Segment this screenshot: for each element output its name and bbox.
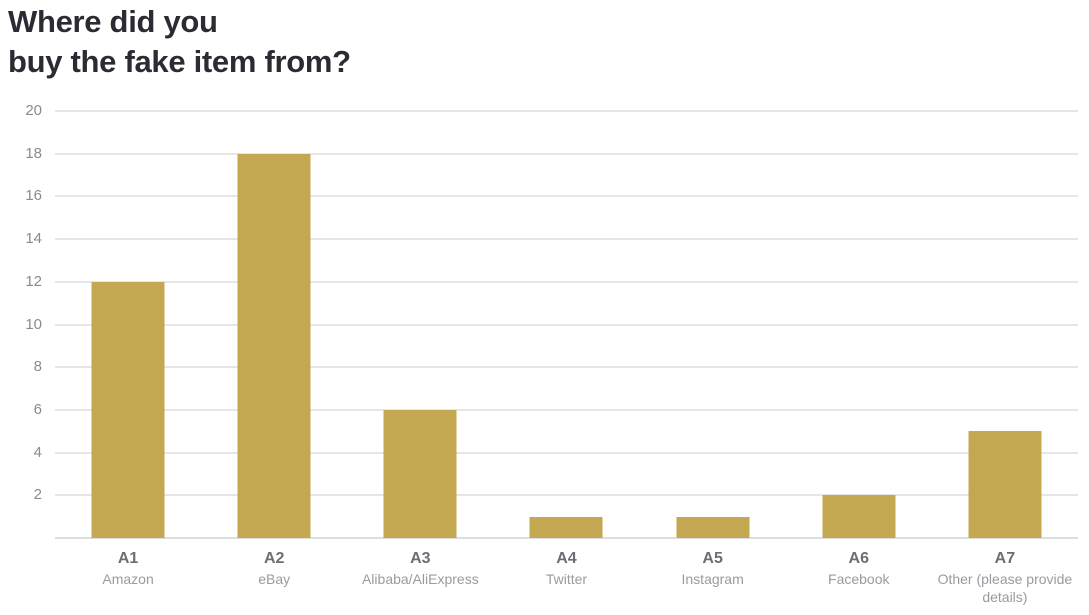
chart-page: Where did you buy the fake item from? 20… (0, 0, 1089, 615)
bar-group: A7 Other (please provide details) (932, 0, 1078, 615)
bar[interactable] (237, 153, 311, 538)
bar[interactable] (529, 516, 603, 538)
bar-group: A6 Facebook (786, 0, 932, 615)
category-code: A1 (117, 550, 139, 567)
bar-group: A4 Twitter (493, 0, 639, 615)
x-axis-category-label: A4 Twitter (491, 549, 641, 589)
y-axis-tick-label: 12 (25, 272, 42, 290)
category-name: Alibaba/AliExpress (361, 571, 479, 587)
bar[interactable] (822, 495, 896, 538)
x-axis-category-label: A6 Facebook (784, 549, 934, 589)
bar[interactable] (383, 409, 457, 538)
category-code: A4 (556, 550, 577, 567)
y-axis-tick-label: 20 (25, 102, 42, 119)
y-axis-tick-label: 16 (25, 187, 42, 205)
category-code: A7 (994, 550, 1016, 567)
category-code: A2 (263, 550, 285, 567)
category-name: Twitter (545, 571, 588, 587)
x-axis-category-label: A5 Instagram (638, 549, 788, 589)
category-name: Instagram (681, 571, 744, 587)
bar[interactable] (968, 431, 1042, 538)
category-code: A6 (848, 550, 869, 567)
category-code: A5 (702, 550, 723, 567)
y-axis-tick-label: 18 (25, 144, 42, 162)
y-axis-tick-label: 6 (33, 400, 42, 418)
x-axis-category-label: A3 Alibaba/AliExpress (345, 549, 495, 589)
y-axis-tick-label: 2 (33, 486, 42, 504)
bar-group: A5 Instagram (640, 0, 786, 615)
bar[interactable] (91, 281, 165, 538)
y-axis-tick-label: 14 (25, 230, 42, 248)
x-axis-category-label: A7 Other (please provide details) (930, 549, 1080, 607)
category-code: A3 (410, 550, 431, 567)
bar-group: A2 eBay (201, 0, 347, 615)
category-name: eBay (258, 571, 291, 587)
y-axis-tick-label: 10 (25, 315, 42, 333)
category-name: Other (please provide details) (937, 571, 1073, 605)
y-axis-tick-label: 8 (33, 358, 42, 376)
x-axis-category-label: A1 Amazon (53, 549, 203, 589)
y-axis-tick-label: 4 (33, 443, 42, 461)
bar-group: A1 Amazon (55, 0, 201, 615)
bar-series: A1 Amazon A2 eBay A3 Alibaba/AliExpress A4 Twit… (55, 0, 1078, 615)
bar-group: A3 Alibaba/AliExpress (347, 0, 493, 615)
x-axis-category-label: A2 eBay (199, 549, 349, 589)
category-name: Amazon (102, 571, 154, 587)
bar[interactable] (676, 516, 750, 538)
category-name: Facebook (828, 571, 890, 587)
